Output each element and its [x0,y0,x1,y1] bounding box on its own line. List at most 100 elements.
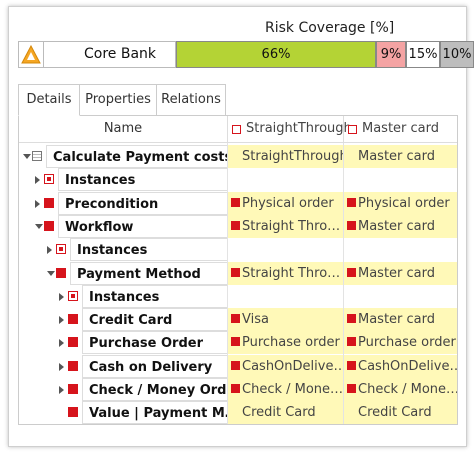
element-icon [68,384,78,394]
instances-icon [56,244,66,255]
value-cell-text: Physical order [242,195,334,211]
scenario-icon [231,360,240,370]
value-cell-text: Straight Thro… [242,265,341,281]
column-header-master-card[interactable]: Master card [343,116,457,143]
column-header-name[interactable]: Name [19,116,227,143]
value-cell[interactable]: Credit Card [344,401,457,424]
tree-row[interactable]: Calculate Payment costs StraightThrough Ma… [19,145,457,168]
expand-arrow-icon[interactable] [59,292,64,301]
collapse-arrow-icon[interactable] [35,223,43,229]
scenario-icon [347,384,356,393]
element-icon [68,337,78,348]
scenario-icon [231,337,240,347]
collapse-arrow-icon[interactable] [23,154,31,159]
coverage-bar-segment: 15% [406,41,440,68]
value-cell[interactable]: Visa [228,308,343,332]
tree-row-label: Credit Card [82,308,227,332]
value-cell-text: Physical order [358,195,450,211]
tree-row[interactable]: Instances [19,238,457,262]
tree-row[interactable]: Workflow Straight Thro… Master card [19,214,457,238]
tree-row-label: Instances [70,238,227,262]
grid-header: Name StraightThrough Master card [19,115,457,143]
expand-arrow-icon[interactable] [47,246,52,255]
tree-row[interactable]: Instances [19,168,457,192]
value-cell-text: StraightThrough [242,149,343,164]
scenario-icon [347,337,356,347]
element-icon [68,360,78,371]
value-cell[interactable]: Physical order [228,191,343,215]
scenario-icon [231,314,240,324]
element-icon [68,407,78,418]
instances-icon [68,290,78,301]
value-cell-text: Purchase order [242,335,340,351]
value-cell[interactable]: Credit Card [228,401,343,424]
value-cell[interactable] [228,285,343,308]
tab-details[interactable]: Details [18,84,80,116]
tree-row[interactable]: Purchase Order Purchase order Purchase ord… [19,331,457,355]
tree-row[interactable]: Instances [19,284,457,308]
scenario-icon [347,360,356,370]
value-cell[interactable] [228,168,343,191]
value-cell-text: Master card [358,265,436,281]
value-cell-text: Visa [242,312,269,328]
expand-arrow-icon[interactable] [59,362,64,371]
tree-row-label: Cash on Delivery [82,354,227,378]
scenario-icon [347,220,356,230]
value-cell-text: Master card [358,218,436,234]
scenario-icon [347,197,356,207]
value-cell[interactable]: Master card [344,261,457,285]
expand-arrow-icon[interactable] [35,199,40,208]
expand-arrow-icon[interactable] [59,386,64,394]
value-cell[interactable]: StraightThrough [228,145,343,168]
risk-coverage-title: Risk Coverage [%] [265,20,395,36]
tree-row[interactable]: Credit Card Visa Master card [19,308,457,332]
table-icon [32,151,42,161]
element-icon [44,220,54,231]
collapse-arrow-icon[interactable] [47,270,55,276]
value-cell-text: Master card [358,149,436,164]
value-cell[interactable]: Straight Thro… [228,261,343,285]
coverage-row-name: Core Bank [44,41,176,68]
value-cell[interactable]: Purchase order [344,331,457,355]
scenario-icon [231,384,240,393]
tree-row[interactable]: Value | Payment M… Credit Card Credit Card [19,401,457,424]
value-cell-text: Credit Card [242,405,316,421]
tab-relations[interactable]: Relations [156,84,226,116]
details-grid: Name StraightThrough Master card Calcula… [18,115,458,425]
value-cell[interactable]: Straight Thro… [228,214,343,238]
value-cell[interactable]: CashOnDelive… [228,354,343,378]
expand-arrow-icon[interactable] [59,339,64,348]
value-cell[interactable]: Check / Mone… [344,378,458,401]
value-cell-text: Check / Mone… [242,382,343,397]
value-cell[interactable]: Check / Mone… [228,378,343,401]
instances-icon [44,174,54,185]
coverage-bar-segment: 10% [440,41,474,68]
value-cell[interactable] [344,238,457,261]
value-cell[interactable] [344,168,457,191]
warning-triangle-icon [18,41,44,68]
element-icon [68,314,78,325]
scenario-icon [231,197,240,207]
tree-row[interactable]: Check / Money Order Check / Mone… Check / … [19,378,458,401]
value-cell[interactable] [228,238,343,261]
coverage-bar-segment: 66% [176,41,376,68]
tree-row-label: Instances [58,168,227,192]
expand-arrow-icon[interactable] [35,176,40,185]
value-cell[interactable]: Physical order [344,191,457,215]
column-header-straightthrough[interactable]: StraightThrough [227,116,352,143]
tree-row[interactable]: Payment Method Straight Thro… Master card [19,261,457,285]
value-cell[interactable] [344,285,457,308]
scenario-icon [231,220,240,230]
value-cell-text: Purchase order [358,335,456,351]
value-cell[interactable]: Master card [344,145,457,168]
value-cell-text: Check / Mone… [358,382,458,397]
tree-row-label: Precondition [58,191,227,215]
value-cell[interactable]: CashOnDelive… [344,354,457,378]
expand-arrow-icon[interactable] [59,316,64,325]
tree-row[interactable]: Cash on Delivery CashOnDelive… CashOnDeliv… [19,354,457,378]
value-cell[interactable]: Purchase order [228,331,343,355]
value-cell[interactable]: Master card [344,308,457,332]
tree-row[interactable]: Precondition Physical order Physical order [19,191,457,215]
tab-properties[interactable]: Properties [79,84,157,116]
value-cell[interactable]: Master card [344,214,457,238]
